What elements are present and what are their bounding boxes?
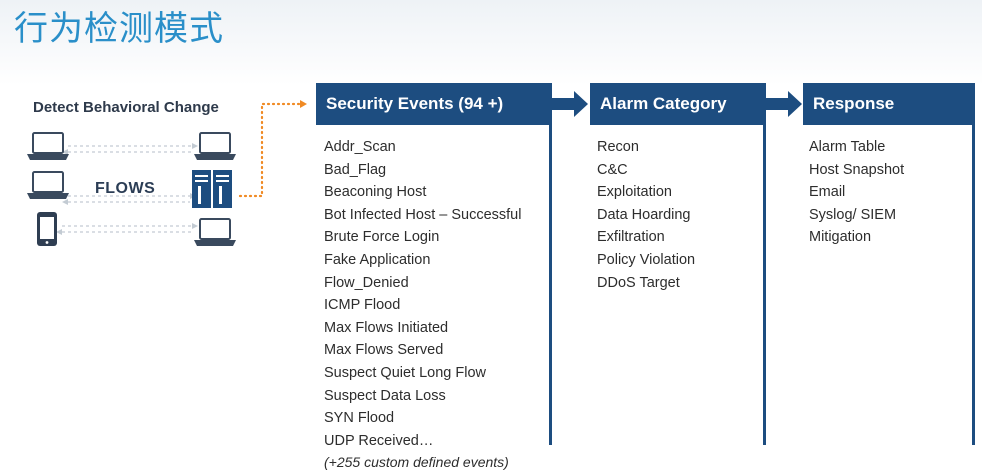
list-item: Host Snapshot [809,161,905,178]
security-events-list: Addr_Scan Bad_Flag Beaconing Host Bot In… [324,136,521,452]
custom-events-note: (+255 custom defined events) [324,454,509,470]
orange-arrow-icon [300,100,307,108]
list-item: Recon [597,139,639,155]
list-item: Beaconing Host [324,184,427,201]
list-item: Syslog/ SIEM [809,206,897,223]
list-item: Max Flows Initiated [324,319,449,336]
list-item: Max Flows Served [324,342,444,359]
response-list: Alarm Table Host Snapshot Email Syslog/ … [809,136,904,249]
list-item: Suspect Data Loss [324,387,446,404]
list-item: Suspect Quiet Long Flow [324,364,487,381]
alarm-category-divider [763,125,766,445]
list-item: Flow_Denied [324,274,409,291]
right-arrow-icon [788,91,802,117]
orange-connector [238,102,302,198]
alarm-category-list: Recon C&C Exploitation Data Hoarding Exf… [597,136,695,294]
response-header: Response [803,83,975,125]
right-arrow-icon [574,91,588,117]
server-icon [192,170,232,208]
list-item: Exfiltration [597,229,665,246]
list-item: Mitigation [809,229,872,246]
list-item: Email [809,184,846,201]
list-item: Alarm Table [809,139,886,155]
list-item: Exploitation [597,184,672,201]
list-item: ICMP Flood [324,297,401,314]
security-events-header: Security Events (94 +) [316,83,552,125]
list-item: UDP Received… [324,432,434,449]
arrow-shaft [766,98,788,110]
laptop-icon [194,132,236,160]
arrow-shaft [552,98,574,110]
list-item: Data Hoarding [597,206,691,223]
alarm-category-header: Alarm Category [590,83,766,125]
list-item: Fake Application [324,251,431,268]
list-item: Policy Violation [597,251,696,268]
laptop-icon [194,218,236,246]
list-item: Bad_Flag [324,161,387,178]
list-item: Brute Force Login [324,229,440,246]
smartphone-icon [37,212,57,246]
list-item: Addr_Scan [324,139,396,155]
response-divider [972,125,975,445]
list-item: SYN Flood [324,410,395,427]
list-item: C&C [597,161,628,178]
security-events-divider [549,125,552,445]
laptop-icon [27,171,69,199]
list-item: Bot Infected Host – Successful [324,206,522,223]
list-item: DDoS Target [597,274,680,291]
laptop-icon [27,132,69,160]
flows-label: FLOWS [95,180,156,197]
